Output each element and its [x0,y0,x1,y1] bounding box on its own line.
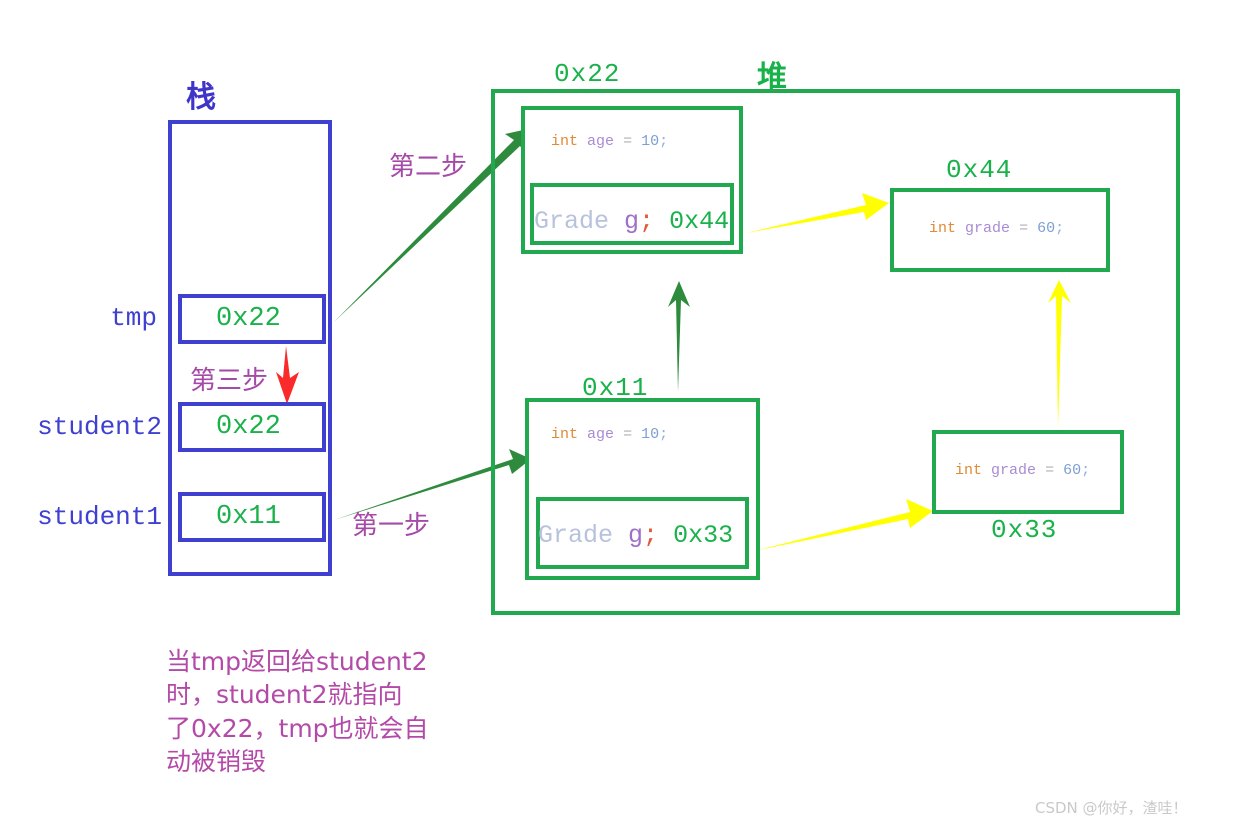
heap-object-0x22-code-field: Grade g; 0x44 [534,209,729,234]
stack-slot-student2[interactable]: 0x22 [178,402,326,452]
heap-address-label-0x44: 0x44 [946,155,1013,185]
heap-object-0x33-code-grade: int grade = 60; [955,463,1090,478]
token-addr: 0x33 [673,521,734,550]
stack-slot-student2-value: 0x22 [216,412,281,442]
token-semi: ; [659,426,669,443]
stack-label-tmp: tmp [110,303,157,333]
token-op: = [623,426,633,443]
step-label-2: 第二步 [389,152,468,182]
token-class: Grade [538,521,614,550]
heap-object-0x44-code-grade: int grade = 60; [929,221,1064,236]
token-semi: ; [1081,462,1091,479]
token-type: int [929,220,957,237]
token-ident: age [587,133,615,150]
token-num: 60 [1063,462,1082,479]
stack-label-student1: student1 [37,502,162,532]
token-semi: ; [659,133,669,150]
step-label-1: 第一步 [352,511,431,541]
stack-label-student2: student2 [37,412,162,442]
token-num: 60 [1037,220,1056,237]
token-semi: ; [1055,220,1065,237]
token-op: = [1019,220,1029,237]
csdn-watermark: CSDN @你好，渣哇！ [1035,799,1188,817]
token-var: g [628,521,644,550]
heap-object-0x22-code-age: int age = 10; [551,134,668,149]
token-class: Grade [534,207,610,236]
stack-slot-tmp-value: 0x22 [216,304,281,334]
token-op: = [1045,462,1055,479]
token-addr: 0x44 [669,207,730,236]
token-num: 10 [641,426,660,443]
stack-title: 栈 [186,80,217,115]
heap-object-0x11-code-age: int age = 10; [551,427,668,442]
token-ident: age [587,426,615,443]
token-ident: grade [991,462,1037,479]
token-type: int [551,133,579,150]
stack-slot-tmp[interactable]: 0x22 [178,294,326,344]
token-type: int [955,462,983,479]
token-type: int [551,426,579,443]
token-ident: grade [965,220,1011,237]
step-label-3: 第三步 [190,366,269,396]
token-op: = [623,133,633,150]
heap-address-label-0x33: 0x33 [991,515,1058,545]
token-semi: ; [643,521,659,550]
diagram-canvas: 栈 tmp 0x22 student2 0x22 student1 0x11 堆… [0,0,1250,830]
stack-slot-student1-value: 0x11 [216,502,281,532]
stack-slot-student1[interactable]: 0x11 [178,492,326,542]
token-semi: ; [639,207,655,236]
heap-address-label-0x22: 0x22 [554,59,621,89]
token-num: 10 [641,133,660,150]
explanatory-note: 当tmp返回给student2 时，student2就指向 了0x22，tmp也… [166,647,429,776]
token-var: g [624,207,640,236]
heap-object-0x11-code-field: Grade g; 0x33 [538,523,733,548]
